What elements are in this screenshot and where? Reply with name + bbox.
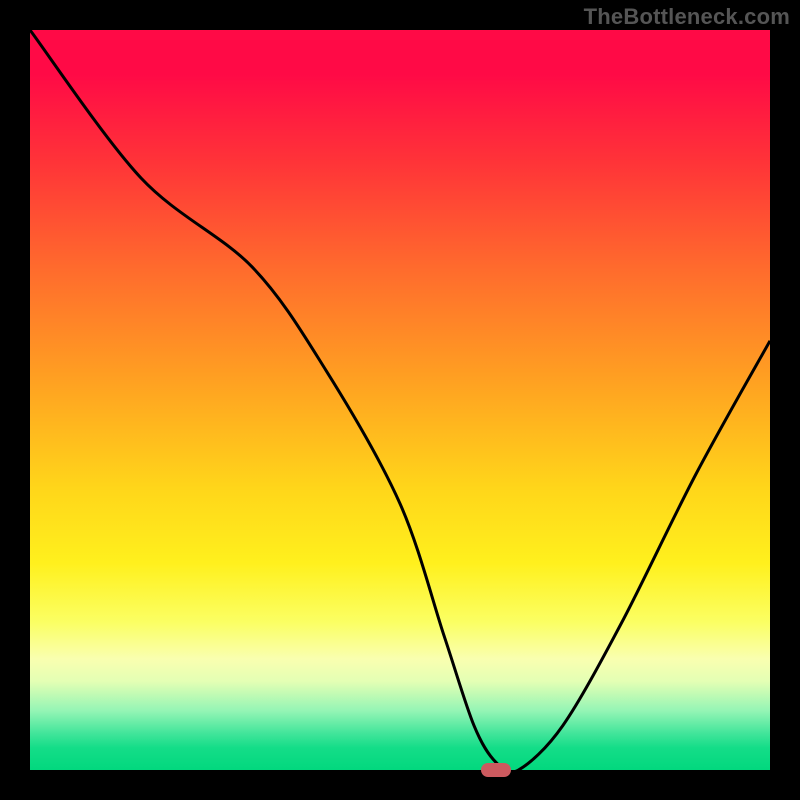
chart-container: TheBottleneck.com bbox=[0, 0, 800, 800]
watermark-text: TheBottleneck.com bbox=[584, 4, 790, 30]
bottleneck-curve bbox=[30, 30, 770, 770]
plot-area bbox=[30, 30, 770, 770]
optimal-marker bbox=[481, 763, 511, 777]
